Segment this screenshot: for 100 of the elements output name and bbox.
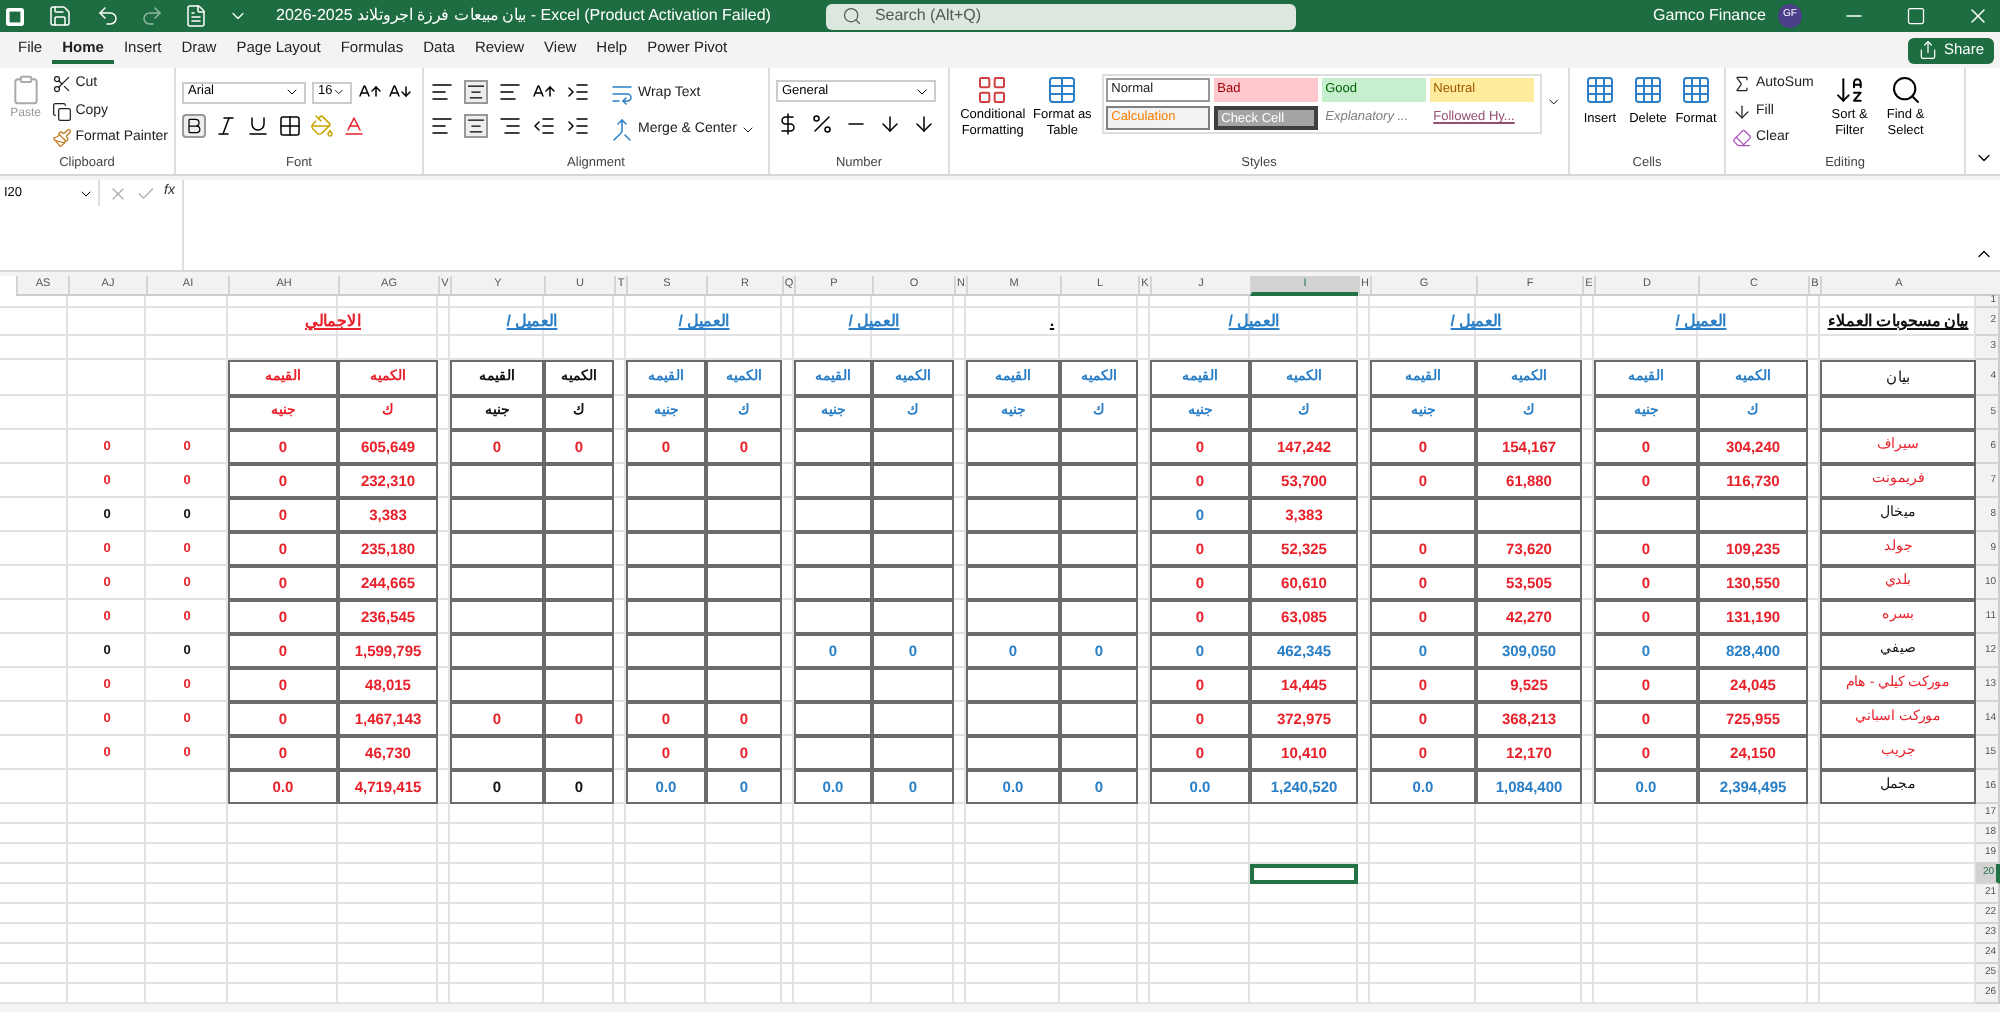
table-cell: [966, 702, 1060, 736]
fill-color-icon[interactable]: [310, 114, 334, 138]
align-right-icon[interactable]: [498, 114, 522, 138]
table-cell: [1370, 498, 1476, 532]
table-cell: [794, 736, 872, 770]
selected-cell[interactable]: [1250, 864, 1358, 884]
table-cell: [450, 634, 544, 668]
align-bottom-icon[interactable]: [498, 80, 522, 104]
currency-icon[interactable]: [776, 112, 800, 136]
caret-icon: [284, 84, 300, 100]
table-cell: [544, 566, 614, 600]
bold-icon[interactable]: [182, 114, 206, 138]
table-cell: [966, 600, 1060, 634]
table-cell: [1060, 498, 1138, 532]
italic-icon[interactable]: [214, 114, 238, 138]
align-middle-icon[interactable]: [464, 80, 488, 104]
table-cell: [1060, 464, 1138, 498]
table-cell: [872, 430, 954, 464]
underline-icon[interactable]: [246, 114, 270, 138]
eraser-icon: [1732, 128, 1752, 149]
block-title: العميل /: [848, 310, 900, 334]
restore-icon[interactable]: [1906, 6, 1926, 26]
align-center-icon[interactable]: [464, 114, 488, 138]
decrease-indent-icon[interactable]: [532, 114, 556, 138]
table-cell: [544, 532, 614, 566]
increase-indent-icon[interactable]: [566, 114, 590, 138]
percent-icon[interactable]: [810, 112, 834, 136]
clipboard-icon: [9, 74, 42, 106]
table-cell: [706, 566, 782, 600]
font-color-icon[interactable]: [342, 114, 366, 138]
borders-icon[interactable]: [278, 114, 302, 138]
table-cell: [872, 668, 954, 702]
copy-icon: [51, 101, 72, 122]
close-icon[interactable]: [1966, 4, 1990, 28]
share-icon: [1917, 40, 1938, 60]
block-title: العميل /: [1675, 310, 1727, 334]
table-cell: [706, 600, 782, 634]
table-cell: [794, 566, 872, 600]
table-cell: [1060, 668, 1138, 702]
table-cell: [450, 464, 544, 498]
table-cell: [706, 532, 782, 566]
block-title: الاجمالي: [305, 310, 361, 334]
table-cell: [966, 464, 1060, 498]
sheet-title: بيان مسحوبات العملاء: [1827, 310, 1969, 334]
table-cell: [626, 498, 706, 532]
block-title: العميل /: [1228, 310, 1280, 334]
table-cell: [706, 498, 782, 532]
table-cell: [544, 464, 614, 498]
grid-icon: [1584, 74, 1616, 106]
table-cell: [966, 498, 1060, 532]
scissors-icon: [51, 74, 72, 95]
sigma-icon: [1732, 74, 1752, 95]
search-icon: [1889, 74, 1922, 106]
table-cell: [872, 464, 954, 498]
save-icon[interactable]: [48, 4, 72, 28]
table-cell: [872, 600, 954, 634]
table-cell: [794, 668, 872, 702]
align-top-icon[interactable]: [430, 80, 454, 104]
table-cell: [1060, 430, 1138, 464]
sort-icon: [1833, 74, 1866, 106]
table-cell: [1476, 498, 1582, 532]
block-title: العميل /: [1450, 310, 1502, 334]
table-cell: [1060, 566, 1138, 600]
grid-icon: [976, 74, 1009, 106]
table-cell: [794, 464, 872, 498]
table-cell: [544, 498, 614, 532]
search-icon: [842, 6, 863, 26]
grid-icon: [1632, 74, 1664, 106]
table-cell: [1060, 702, 1138, 736]
table-cell: [544, 600, 614, 634]
table-cell: [706, 464, 782, 498]
table-icon: [1046, 74, 1079, 106]
document-icon[interactable]: [184, 4, 208, 28]
caret-icon: [740, 122, 757, 138]
merge-icon: [610, 118, 634, 142]
table-cell: [1594, 498, 1698, 532]
table-cell: [966, 668, 1060, 702]
grid-icon: [1680, 74, 1712, 106]
table-cell: [450, 600, 544, 634]
table-cell: [544, 668, 614, 702]
gallery-scroll-icon[interactable]: [1546, 94, 1562, 110]
search-field[interactable]: Search (Alt+Q): [826, 3, 1297, 29]
app-logo-icon[interactable]: [6, 7, 24, 25]
table-cell: [626, 532, 706, 566]
table-cell: [872, 566, 954, 600]
block-title: .: [1049, 310, 1055, 334]
table-cell: [872, 736, 954, 770]
table-cell: [1060, 600, 1138, 634]
table-cell: [450, 498, 544, 532]
table-cell: [794, 600, 872, 634]
table-cell: [626, 634, 706, 668]
table-cell: [706, 668, 782, 702]
table-cell: [966, 532, 1060, 566]
align-left-icon[interactable]: [430, 114, 454, 138]
paintbrush-icon: [51, 128, 72, 149]
table-cell: [706, 634, 782, 668]
undo-icon[interactable]: [96, 4, 120, 28]
table-cell: [794, 498, 872, 532]
table-cell: [626, 600, 706, 634]
block-title: العميل /: [678, 310, 730, 334]
